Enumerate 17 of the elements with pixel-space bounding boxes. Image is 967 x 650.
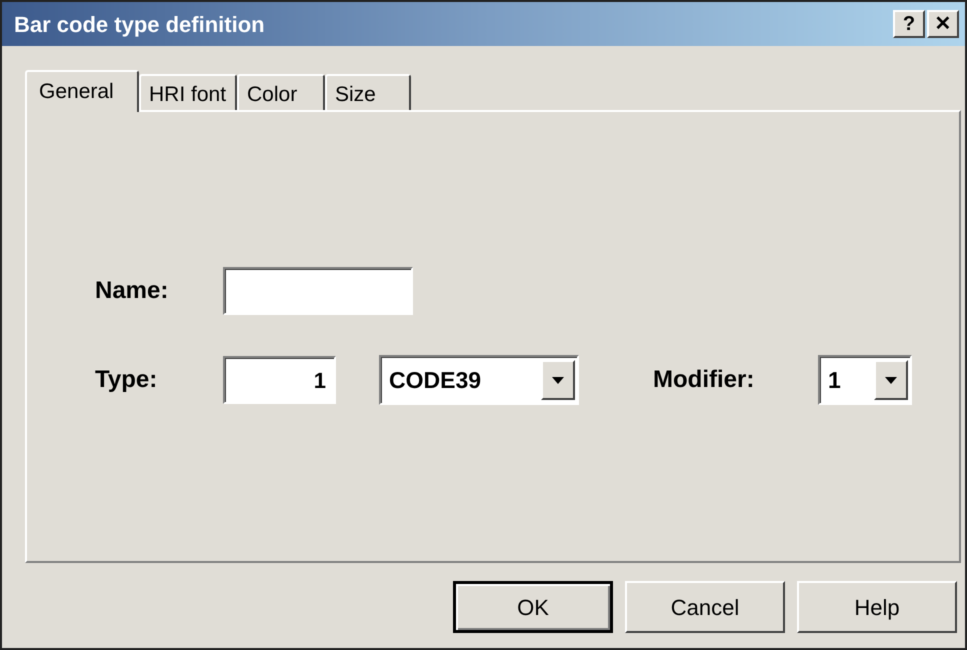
- tab[interactable]: Color: [237, 74, 325, 110]
- dialog-button[interactable]: OK: [453, 581, 613, 633]
- tab[interactable]: General: [25, 70, 139, 112]
- dialog-button[interactable]: Help: [797, 581, 957, 633]
- name-label: Name:: [95, 276, 170, 306]
- help-button[interactable]: ?: [893, 10, 925, 38]
- name-field[interactable]: [223, 267, 413, 315]
- tab[interactable]: Size: [325, 74, 411, 110]
- window-title: Bar code type definition: [14, 10, 266, 39]
- tab[interactable]: HRI font: [139, 74, 237, 110]
- type-dropdown[interactable]: CODE39: [379, 355, 579, 405]
- modifier-dropdown[interactable]: 1: [818, 355, 912, 405]
- close-button[interactable]: ✕: [927, 10, 959, 38]
- type-label: Type:: [95, 365, 158, 395]
- dialog-button[interactable]: Cancel: [625, 581, 785, 633]
- modifier-label: Modifier:: [653, 365, 756, 395]
- type-field[interactable]: 1: [223, 356, 336, 404]
